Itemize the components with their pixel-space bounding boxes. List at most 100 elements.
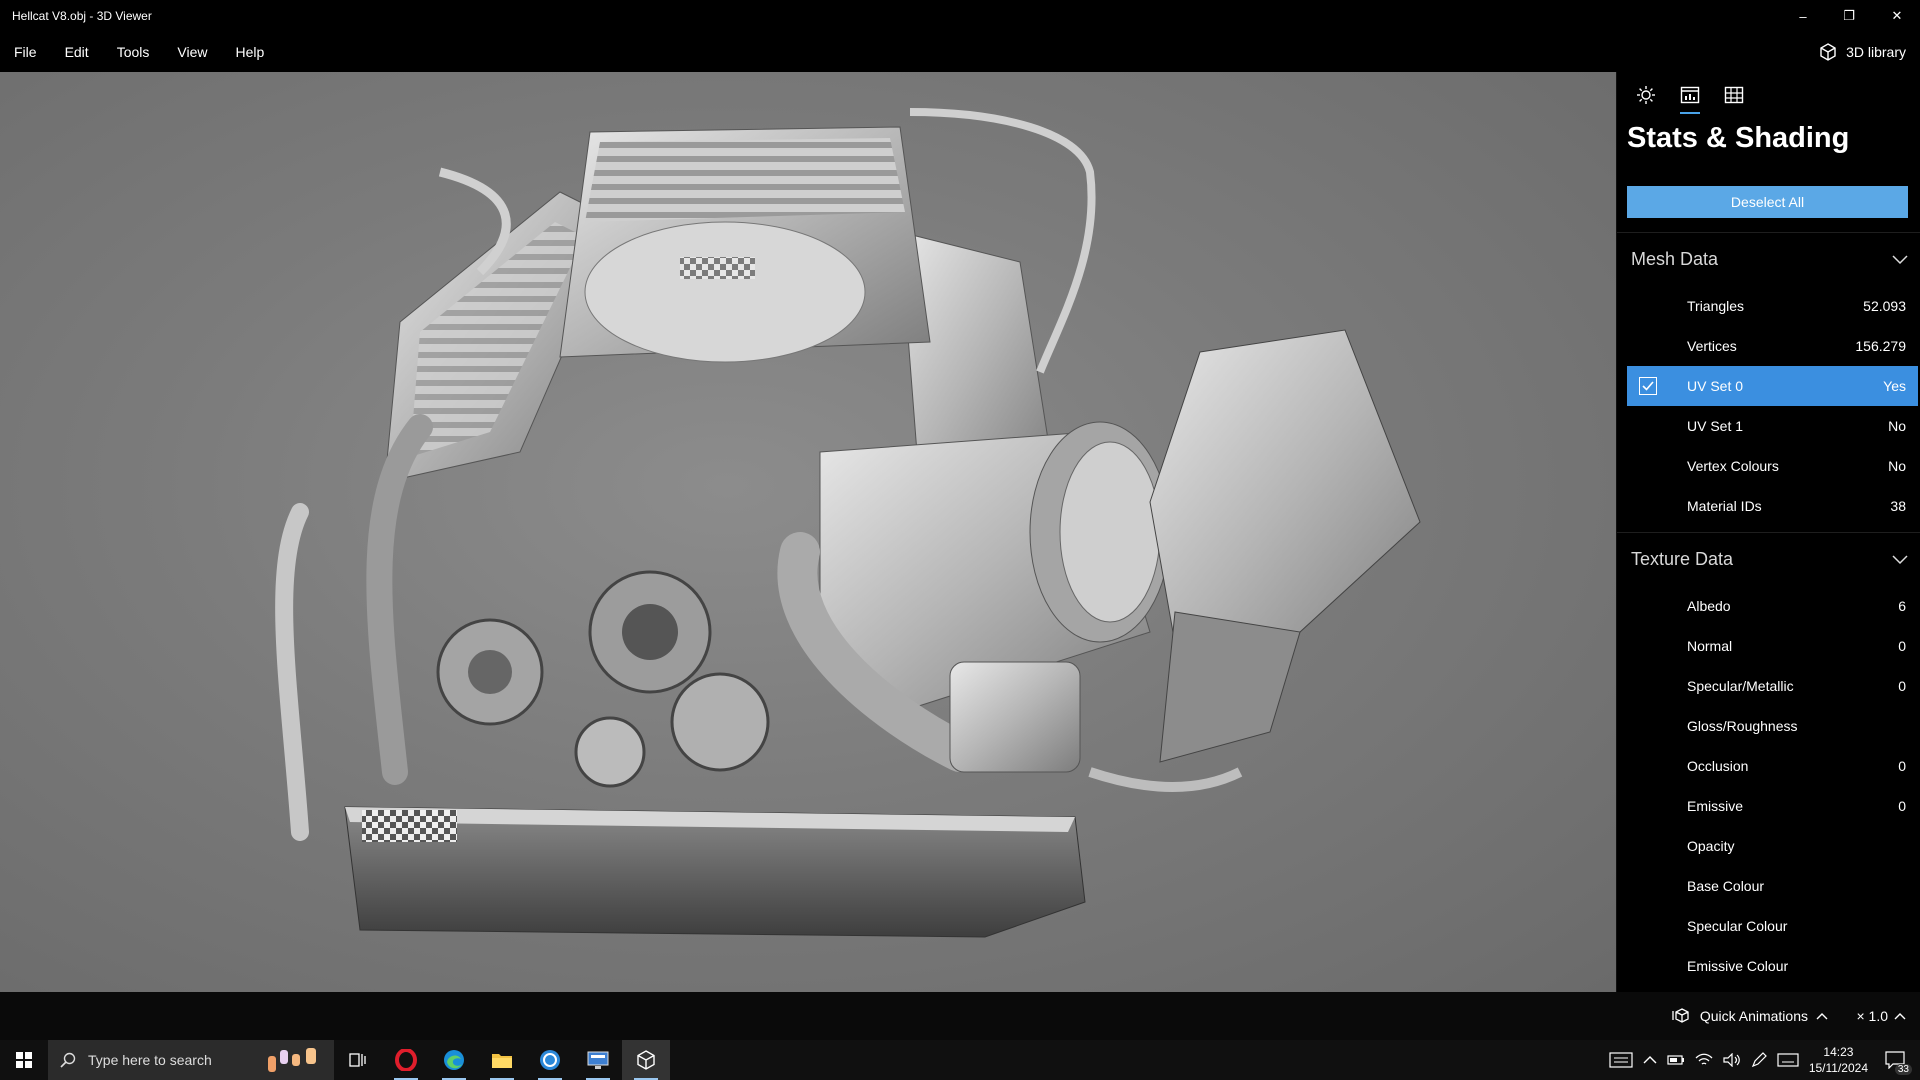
3d-library-label: 3D library [1846, 44, 1906, 60]
mesh-data-header[interactable]: Mesh Data [1617, 232, 1920, 286]
taskbar-search[interactable]: Type here to search [48, 1040, 334, 1080]
row-label: Opacity [1687, 838, 1735, 854]
taskbar-edge[interactable] [430, 1040, 478, 1080]
battery-icon[interactable] [1667, 1053, 1685, 1067]
restore-button[interactable]: ❐ [1826, 0, 1872, 32]
3d-viewer-icon [637, 1050, 655, 1070]
row-label: UV Set 0 [1687, 378, 1744, 394]
taskbar-app-blue[interactable] [526, 1040, 574, 1080]
system-tray: 14:23 15/11/2024 33 [1609, 1040, 1920, 1080]
mesh-row-uv-set-0[interactable]: UV Set 0 Yes [1627, 366, 1918, 406]
texture-row-base-colour[interactable]: Base Colour [1627, 866, 1918, 906]
mesh-data-label: Mesh Data [1631, 249, 1719, 269]
windows-logo-icon [16, 1052, 32, 1068]
mesh-data-list: Triangles 52.093 Vertices 156.279 UV Set 0… [1617, 286, 1920, 526]
row-label: Triangles [1687, 298, 1745, 314]
row-value: 0 [1898, 798, 1906, 814]
row-label: Vertices [1687, 338, 1737, 354]
row-value: 6 [1898, 598, 1906, 614]
animation-speed-value: × 1.0 [1856, 1008, 1888, 1024]
animation-speed-button[interactable]: × 1.0 [1856, 992, 1906, 1040]
window-title: Hellcat V8.obj - 3D Viewer [12, 9, 152, 23]
start-button[interactable] [0, 1040, 48, 1080]
row-label: Vertex Colours [1687, 458, 1779, 474]
menu-edit[interactable]: Edit [51, 44, 103, 60]
texture-data-header[interactable]: Texture Data [1617, 532, 1920, 586]
row-value: 38 [1890, 498, 1906, 514]
row-label: Occlusion [1687, 758, 1749, 774]
mesh-row-uv-set-1[interactable]: UV Set 1 No [1627, 406, 1918, 446]
chevron-down-icon [1892, 254, 1908, 264]
chevron-up-icon [1894, 1013, 1906, 1020]
mesh-row-vertices[interactable]: Vertices 156.279 [1627, 326, 1918, 366]
texture-data-list: Albedo 6 Normal 0 Specular/Metallic 0 Gloss… [1617, 586, 1920, 986]
taskbar-3d-viewer[interactable] [622, 1040, 670, 1080]
title-bar: Hellcat V8.obj - 3D Viewer – ❐ ✕ [0, 0, 1920, 32]
animation-cube-icon [1672, 1008, 1689, 1023]
search-highlight-icon [268, 1048, 316, 1072]
texture-row-normal[interactable]: Normal 0 [1627, 626, 1918, 666]
clock-time: 14:23 [1823, 1045, 1854, 1059]
folder-icon [492, 1054, 512, 1068]
row-label: Specular Colour [1687, 918, 1788, 934]
chevron-up-icon[interactable] [1643, 1055, 1657, 1065]
row-value: 0 [1898, 758, 1906, 774]
quick-animations-button[interactable]: Quick Animations [1672, 992, 1828, 1040]
row-label: Material IDs [1687, 498, 1762, 514]
cube-icon [1820, 43, 1836, 61]
menu-tools[interactable]: Tools [103, 44, 164, 60]
taskbar-app-monitor[interactable] [574, 1040, 622, 1080]
search-placeholder: Type here to search [88, 1052, 212, 1068]
texture-row-gloss-roughness[interactable]: Gloss/Roughness [1627, 706, 1918, 746]
3d-library-button[interactable]: 3D library [1818, 32, 1906, 72]
grid-icon [1724, 86, 1744, 104]
mesh-row-triangles[interactable]: Triangles 52.093 [1627, 286, 1918, 326]
menu-view[interactable]: View [163, 44, 221, 60]
stats-tab[interactable] [1679, 84, 1701, 114]
engine-model[interactable] [0, 72, 1616, 992]
volume-icon[interactable] [1723, 1053, 1741, 1067]
wifi-icon[interactable] [1695, 1053, 1713, 1067]
chevron-down-icon [1892, 554, 1908, 564]
opera-icon [395, 1049, 417, 1071]
texture-row-specular-metallic[interactable]: Specular/Metallic 0 [1627, 666, 1918, 706]
keyboard-layout-icon[interactable] [1609, 1052, 1633, 1068]
texture-row-occlusion[interactable]: Occlusion 0 [1627, 746, 1918, 786]
row-label: Emissive Colour [1687, 958, 1789, 974]
notification-badge: 33 [1894, 1064, 1912, 1075]
lighting-tab[interactable] [1635, 84, 1657, 106]
uv-set-0-checkbox[interactable] [1639, 377, 1657, 395]
touch-keyboard-icon[interactable] [1777, 1053, 1799, 1067]
row-value: 156.279 [1855, 338, 1906, 354]
taskbar-opera[interactable] [382, 1040, 430, 1080]
menu-bar: File Edit Tools View Help 3D library [0, 32, 1920, 72]
animation-bar: Quick Animations × 1.0 [0, 992, 1920, 1040]
mesh-row-material-ids[interactable]: Material IDs 38 [1627, 486, 1918, 526]
mesh-row-vertex-colours[interactable]: Vertex Colours No [1627, 446, 1918, 486]
close-button[interactable]: ✕ [1874, 0, 1920, 32]
row-value: 0 [1898, 678, 1906, 694]
task-view-button[interactable] [334, 1040, 382, 1080]
clock[interactable]: 14:23 15/11/2024 [1809, 1044, 1868, 1076]
deselect-all-button[interactable]: Deselect All [1627, 186, 1908, 218]
texture-row-albedo[interactable]: Albedo 6 [1627, 586, 1918, 626]
texture-data-label: Texture Data [1631, 549, 1734, 569]
grid-tab[interactable] [1723, 84, 1745, 106]
row-label: Normal [1687, 638, 1733, 654]
task-view-icon [349, 1053, 366, 1067]
texture-row-specular-colour[interactable]: Specular Colour [1627, 906, 1918, 946]
minimize-button[interactable]: – [1780, 0, 1826, 32]
pen-icon[interactable] [1751, 1052, 1767, 1068]
texture-row-emissive[interactable]: Emissive 0 [1627, 786, 1918, 826]
texture-row-emissive-colour[interactable]: Emissive Colour [1627, 946, 1918, 986]
texture-row-opacity[interactable]: Opacity [1627, 826, 1918, 866]
row-value: 0 [1898, 638, 1906, 654]
row-label: Emissive [1687, 798, 1744, 814]
notification-center-button[interactable]: 33 [1878, 1045, 1912, 1075]
row-value: No [1888, 418, 1906, 434]
3d-viewport[interactable] [0, 72, 1616, 992]
menu-help[interactable]: Help [221, 44, 278, 60]
taskbar-file-explorer[interactable] [478, 1040, 526, 1080]
row-label: UV Set 1 [1687, 418, 1744, 434]
menu-file[interactable]: File [0, 44, 51, 60]
